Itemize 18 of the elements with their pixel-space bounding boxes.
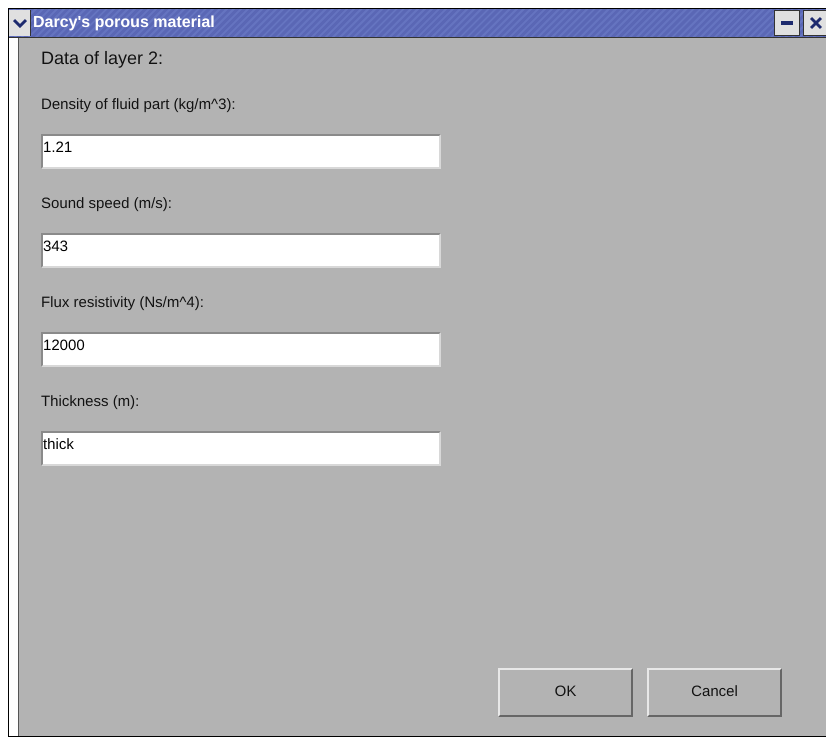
field-label: Density of fluid part (kg/m^3): bbox=[41, 95, 237, 115]
ok-button[interactable]: OK bbox=[498, 668, 633, 717]
field-label: Thickness (m): bbox=[41, 392, 140, 412]
input-field[interactable]: 12000 bbox=[41, 332, 441, 367]
close-icon bbox=[809, 16, 823, 30]
chevron-down-icon bbox=[12, 18, 26, 28]
field-label: Sound speed (m/s): bbox=[41, 194, 173, 214]
window-menu-button[interactable] bbox=[9, 10, 31, 36]
section-heading: Data of layer 2: bbox=[41, 47, 164, 70]
input-field[interactable]: thick bbox=[41, 431, 441, 466]
minimize-button[interactable] bbox=[774, 10, 800, 36]
window-title: Darcy's porous material bbox=[33, 13, 216, 33]
field-label: Flux resistivity (Ns/m^4): bbox=[41, 293, 205, 313]
minimize-icon bbox=[780, 20, 794, 26]
cancel-button[interactable]: Cancel bbox=[647, 668, 782, 717]
close-button[interactable] bbox=[803, 10, 826, 36]
input-field[interactable]: 343 bbox=[41, 233, 441, 268]
input-field[interactable]: 1.21 bbox=[41, 134, 441, 169]
